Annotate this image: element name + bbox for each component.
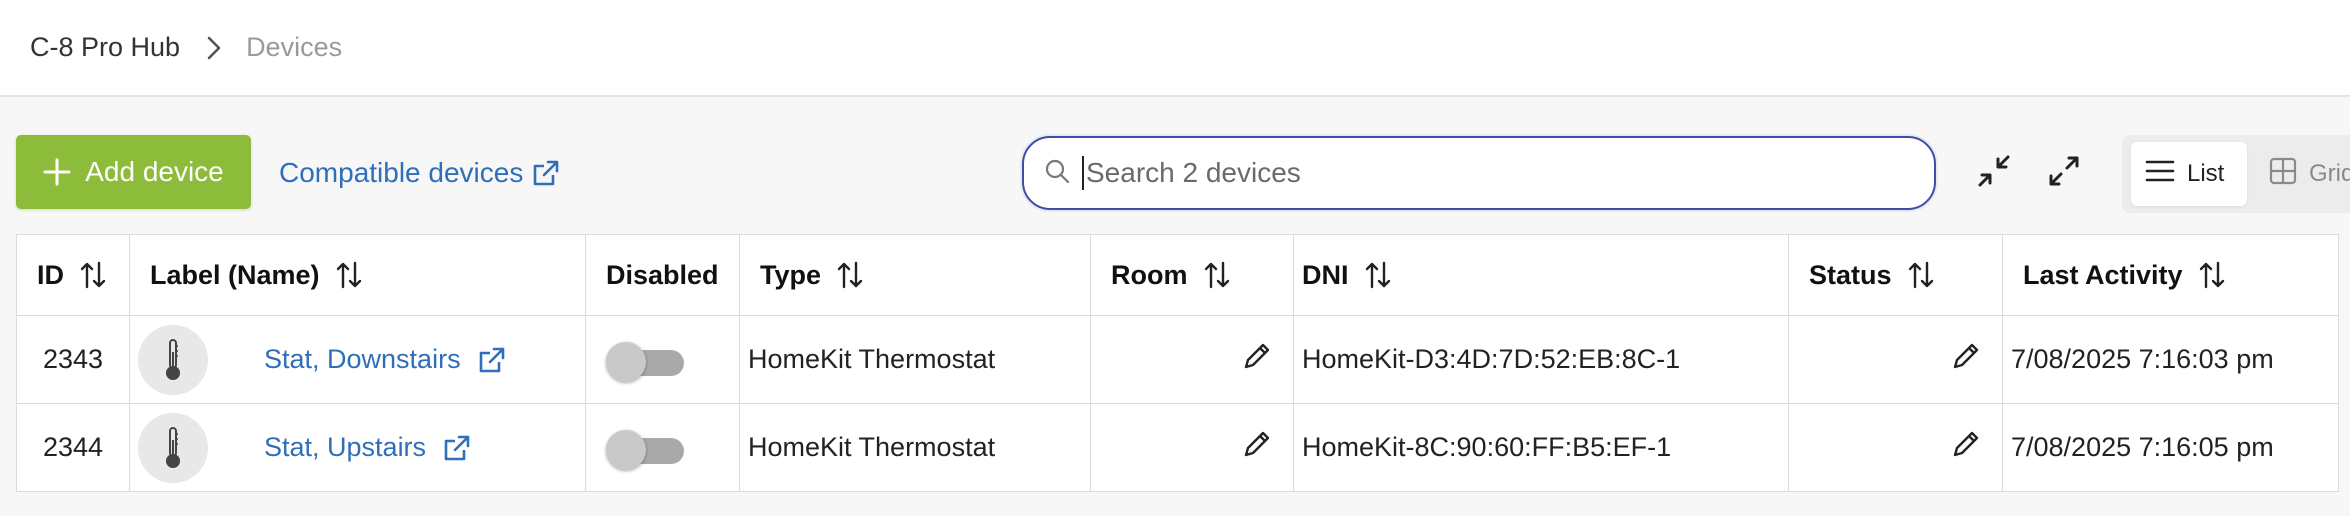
column-header-type[interactable]: Type bbox=[739, 234, 1091, 316]
status-cell bbox=[1788, 403, 2003, 492]
devices-table: ID Label (Name) Disabled Type Room DNI S… bbox=[16, 234, 2339, 492]
breadcrumb-current: Devices bbox=[246, 32, 343, 62]
edit-status-icon[interactable] bbox=[1950, 428, 1982, 467]
column-header-dni[interactable]: DNI bbox=[1293, 234, 1789, 316]
compatible-devices-label: Compatible devices bbox=[279, 157, 524, 188]
search-input[interactable] bbox=[1082, 156, 1922, 190]
thermometer-icon bbox=[138, 324, 208, 395]
external-link-icon bbox=[531, 158, 561, 188]
plus-icon bbox=[43, 158, 71, 186]
expand-icon bbox=[2046, 153, 2082, 194]
edit-room-icon[interactable] bbox=[1241, 340, 1273, 379]
external-link-icon[interactable] bbox=[477, 345, 507, 375]
column-header-room[interactable]: Room bbox=[1090, 234, 1294, 316]
sort-icon bbox=[1363, 260, 1393, 290]
column-header-disabled: Disabled bbox=[585, 234, 740, 316]
disabled-toggle[interactable] bbox=[606, 429, 684, 470]
sort-icon bbox=[334, 260, 364, 290]
sort-icon bbox=[1906, 260, 1936, 290]
table-header-row: ID Label (Name) Disabled Type Room DNI S… bbox=[16, 234, 2339, 316]
add-device-label: Add device bbox=[85, 156, 224, 187]
collapse-icon bbox=[1976, 153, 2012, 194]
disabled-cell bbox=[585, 403, 740, 492]
thermometer-icon bbox=[138, 412, 208, 483]
grid-icon bbox=[2269, 157, 2297, 192]
top-bar: C-8 Pro Hub Devices bbox=[0, 0, 2350, 97]
device-label-cell: Stat, Upstairs bbox=[129, 403, 586, 492]
last-activity: 7/08/2025 7:16:03 pm bbox=[2002, 315, 2339, 404]
device-type: HomeKit Thermostat bbox=[739, 403, 1091, 492]
view-list-label: List bbox=[2187, 160, 2225, 187]
sort-icon bbox=[1202, 260, 1232, 290]
collapse-button[interactable] bbox=[1973, 152, 2015, 194]
expand-button[interactable] bbox=[2043, 152, 2085, 194]
sort-icon bbox=[2197, 260, 2227, 290]
view-toggle: List Grid bbox=[2122, 135, 2350, 213]
device-label-cell: Stat, Downstairs bbox=[129, 315, 586, 404]
view-list-button[interactable]: List bbox=[2131, 142, 2247, 206]
disabled-toggle[interactable] bbox=[606, 341, 684, 382]
table-row: 2343 Stat, Downstairs HomeKit Thermostat bbox=[16, 315, 2339, 404]
room-cell bbox=[1090, 315, 1294, 404]
list-icon bbox=[2145, 159, 2175, 190]
device-id: 2344 bbox=[16, 403, 130, 492]
sort-icon bbox=[78, 260, 108, 290]
external-link-icon[interactable] bbox=[442, 433, 472, 463]
device-id: 2343 bbox=[16, 315, 130, 404]
last-activity: 7/08/2025 7:16:05 pm bbox=[2002, 403, 2339, 492]
device-link[interactable]: Stat, Upstairs bbox=[264, 432, 426, 463]
add-device-button[interactable]: Add device bbox=[16, 135, 251, 209]
device-link[interactable]: Stat, Downstairs bbox=[264, 344, 461, 375]
disabled-cell bbox=[585, 315, 740, 404]
view-grid-button[interactable]: Grid bbox=[2255, 142, 2350, 206]
compatible-devices-link[interactable]: Compatible devices bbox=[279, 150, 561, 196]
column-header-last-activity[interactable]: Last Activity bbox=[2002, 234, 2339, 316]
room-cell bbox=[1090, 403, 1294, 492]
status-cell bbox=[1788, 315, 2003, 404]
device-type: HomeKit Thermostat bbox=[739, 315, 1091, 404]
edit-status-icon[interactable] bbox=[1950, 340, 1982, 379]
chevron-right-icon bbox=[206, 35, 222, 61]
device-dni: HomeKit-D3:4D:7D:52:EB:8C-1 bbox=[1293, 315, 1789, 404]
column-header-id[interactable]: ID bbox=[16, 234, 130, 316]
breadcrumb-hub[interactable]: C-8 Pro Hub bbox=[30, 32, 180, 63]
sort-icon bbox=[835, 260, 865, 290]
search-icon bbox=[1044, 158, 1070, 189]
column-header-label[interactable]: Label (Name) bbox=[129, 234, 586, 316]
table-row: 2344 Stat, Upstairs HomeKit Thermostat H… bbox=[16, 403, 2339, 492]
view-grid-label: Grid bbox=[2309, 160, 2350, 187]
search-box[interactable] bbox=[1022, 136, 1936, 210]
device-dni: HomeKit-8C:90:60:FF:B5:EF-1 bbox=[1293, 403, 1789, 492]
column-header-status[interactable]: Status bbox=[1788, 234, 2003, 316]
edit-room-icon[interactable] bbox=[1241, 428, 1273, 467]
